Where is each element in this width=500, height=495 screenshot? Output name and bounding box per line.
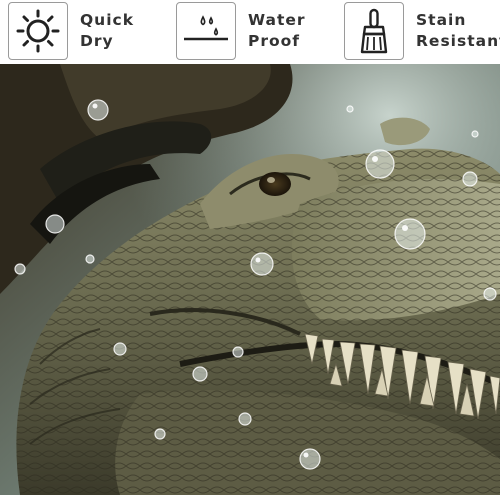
crocodile-artwork — [0, 64, 500, 495]
feature-label-line1: Water — [248, 11, 306, 29]
brush-icon — [344, 2, 404, 60]
feature-water-proof: Water Proof — [176, 0, 341, 64]
feature-label-line2: Proof — [248, 32, 301, 50]
product-page: Quick Dry Water Proof Stain Resistant — [0, 0, 500, 495]
feature-label-line1: Stain — [416, 11, 467, 29]
feature-bar: Quick Dry Water Proof Stain Resistant — [0, 0, 500, 64]
feature-label-line1: Quick — [80, 11, 135, 29]
feature-quick-dry: Quick Dry — [8, 0, 168, 64]
feature-label: Quick Dry — [80, 10, 134, 52]
feature-label: Stain Resistant — [416, 10, 500, 52]
feature-label-line2: Dry — [80, 32, 114, 50]
sun-icon — [8, 2, 68, 60]
water-drops-icon — [176, 2, 236, 60]
feature-stain-resistant: Stain Resistant — [344, 0, 500, 64]
feature-label: Water Proof — [248, 10, 306, 52]
feature-label-line2: Resistant — [416, 32, 500, 50]
